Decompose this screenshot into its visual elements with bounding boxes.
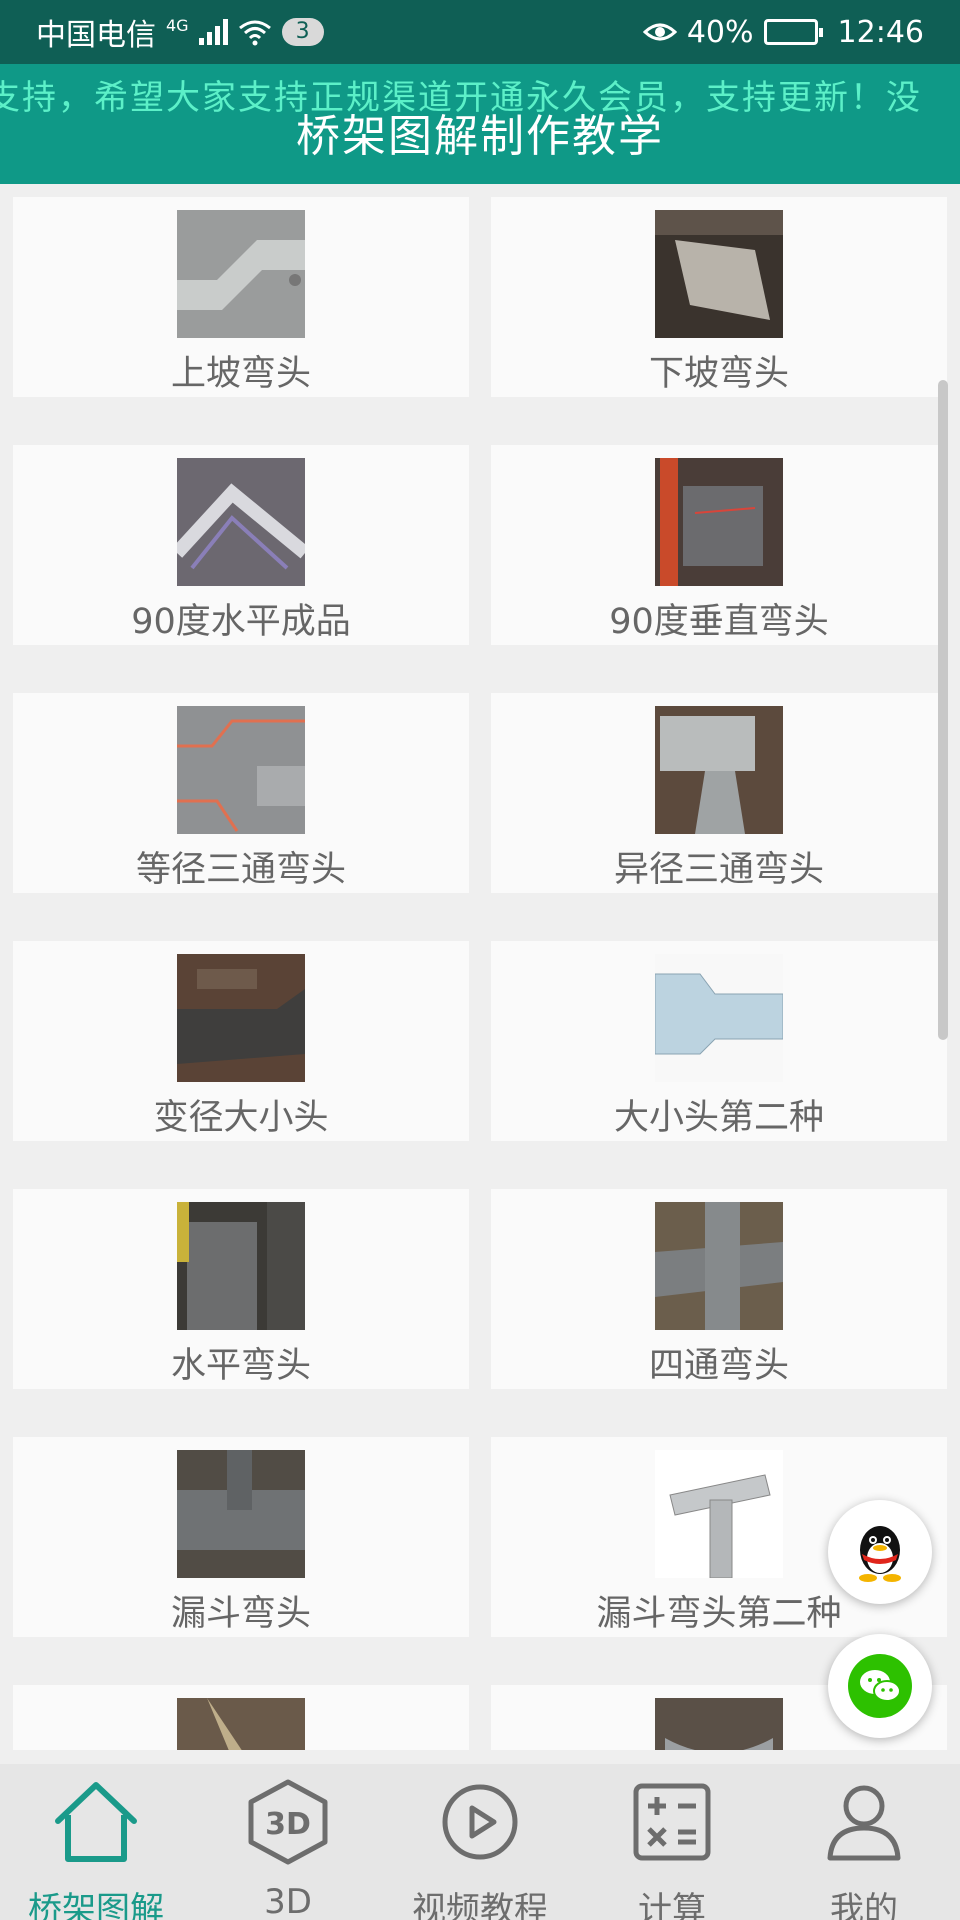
grid-item[interactable]: 大小头第二种 [491, 941, 947, 1141]
app-header: 支持，希望大家支持正规渠道开通永久会员，支持更新！没 桥架图解制作教学 [0, 64, 960, 184]
signal-icon [198, 19, 228, 45]
nav-item-video[interactable]: 视频教程 [384, 1764, 576, 1920]
tutorial-grid: 上坡弯头 下坡弯头 90度水平成品 90度垂直弯头 等径三通弯头 异径三通弯头 [0, 184, 960, 1750]
status-right: 40% 12:46 [642, 14, 924, 50]
carrier-name: 中国电信 [36, 18, 156, 53]
grid-scrollbar[interactable] [938, 380, 948, 1040]
nav-label: 视频教程 [412, 1890, 548, 1920]
nav-item-calculate[interactable]: 计算 [576, 1764, 768, 1920]
funnel-elbow-photo [177, 1450, 305, 1578]
grid-item[interactable]: 漏斗弯头 [13, 1437, 469, 1637]
partial-photo [655, 1698, 783, 1750]
qq-contact-button[interactable] [828, 1500, 932, 1604]
grid-item[interactable]: 异径三通弯头 [491, 693, 947, 893]
grid-item-label: 上坡弯头 [170, 354, 311, 394]
bottom-nav: 桥架图解 3D 3D 视频教程 计算 我的 [0, 1764, 960, 1920]
status-left: 中国电信 4G 3 [36, 10, 324, 54]
cross-elbow-photo [655, 1202, 783, 1330]
grid-item-label: 90度垂直弯头 [609, 602, 829, 642]
vertical-90-photo [655, 458, 783, 586]
grid-item[interactable]: 四通弯头 [491, 1189, 947, 1389]
grid-item[interactable]: 变径大小头 [13, 941, 469, 1141]
nav-label: 我的 [830, 1890, 898, 1920]
network-type: 4G [166, 15, 189, 35]
horizontal-90-photo [177, 458, 305, 586]
grid-item-label: 下坡弯头 [648, 354, 789, 394]
wifi-icon [238, 20, 271, 46]
person-icon [814, 1774, 914, 1870]
grid-item[interactable]: 下坡弯头 [491, 197, 947, 397]
grid-item-label: 水平弯头 [170, 1346, 311, 1386]
horizontal-elbow-photo [177, 1202, 305, 1330]
grid-item[interactable] [13, 1685, 469, 1750]
reducing-tee-photo [655, 706, 783, 834]
reducer-photo [177, 954, 305, 1082]
grid-item[interactable]: 等径三通弯头 [13, 693, 469, 893]
grid-item-label: 等径三通弯头 [135, 850, 346, 890]
partial-photo [177, 1698, 305, 1750]
grid-item-label: 变径大小头 [153, 1098, 329, 1138]
qq-penguin-icon [859, 1526, 901, 1582]
battery-percent: 40% [686, 14, 754, 50]
grid-item[interactable]: 90度水平成品 [13, 445, 469, 645]
eye-comfort-icon [642, 23, 677, 41]
reducer-diagram [655, 954, 783, 1082]
nav-item-diagram[interactable]: 桥架图解 [0, 1764, 192, 1920]
grid-item-label: 四通弯头 [648, 1346, 789, 1386]
grid-item[interactable]: 水平弯头 [13, 1189, 469, 1389]
wechat-icon [848, 1654, 912, 1718]
grid-item[interactable]: 上坡弯头 [13, 197, 469, 397]
grid-item-label: 异径三通弯头 [613, 850, 824, 890]
status-bar: 中国电信 4G 3 40% 12:46 [0, 0, 960, 64]
play-icon [430, 1774, 530, 1870]
nav-label: 计算 [638, 1890, 706, 1920]
wechat-contact-button[interactable] [828, 1634, 932, 1738]
grid-item-label: 大小头第二种 [613, 1098, 824, 1138]
nav-item-mine[interactable]: 我的 [768, 1764, 960, 1920]
grid-item-label: 漏斗弯头 [170, 1594, 311, 1634]
home-icon [46, 1774, 146, 1870]
downhill-elbow-photo [655, 210, 783, 338]
equal-tee-photo [177, 706, 305, 834]
clock: 12:46 [837, 14, 924, 50]
svg-text:3D: 3D [265, 1807, 311, 1842]
nav-item-3d[interactable]: 3D 3D [192, 1764, 384, 1920]
nav-label: 桥架图解 [28, 1890, 164, 1920]
calculator-icon [622, 1774, 722, 1870]
page-title: 桥架图解制作教学 [296, 111, 664, 162]
funnel-elbow-diagram [655, 1450, 783, 1578]
battery-icon [763, 19, 823, 45]
uphill-elbow-photo [177, 210, 305, 338]
grid-item[interactable]: 90度垂直弯头 [491, 445, 947, 645]
3d-icon: 3D [238, 1774, 338, 1870]
notification-badge: 3 [281, 18, 324, 46]
nav-label: 3D [264, 1882, 312, 1920]
grid-item-label: 90度水平成品 [131, 602, 351, 642]
